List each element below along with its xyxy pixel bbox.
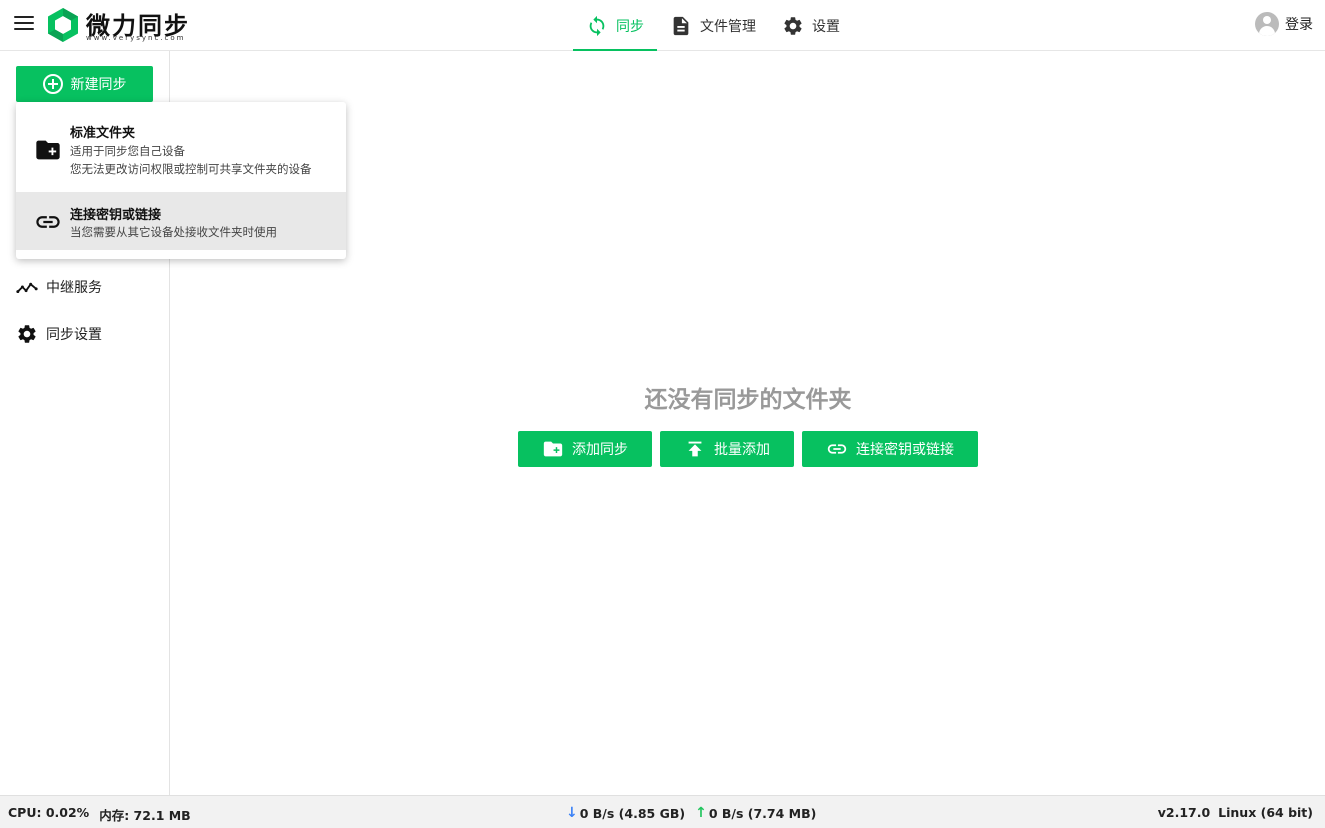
add-sync-button[interactable]: 添加同步 — [518, 431, 652, 467]
avatar-icon — [1255, 12, 1279, 36]
tab-settings-label: 设置 — [812, 18, 840, 35]
menu-item-description: 当您需要从其它设备处接收文件夹时使用 — [70, 225, 277, 239]
menu-item-description: 适用于同步您自己设备 — [70, 144, 185, 158]
download-rate: 0 B/s (4.85 GB) — [579, 805, 686, 821]
new-sync-label: 新建同步 — [70, 77, 127, 93]
link-icon — [827, 444, 847, 454]
tab-files-label: 文件管理 — [700, 18, 756, 35]
sidebar-item-sync-settings[interactable]: 同步设置 — [16, 323, 102, 345]
trending-line-icon — [16, 282, 38, 294]
login-button[interactable]: 登录 — [1255, 12, 1313, 36]
batch-add-label: 批量添加 — [714, 442, 770, 458]
upload-rate: 0 B/s (7.74 MB) — [708, 805, 817, 821]
cpu-usage: CPU: 0.02% — [8, 805, 90, 820]
sync-icon — [589, 15, 605, 36]
add-circle-icon — [42, 74, 63, 94]
tab-sync[interactable]: 同步 — [573, 0, 657, 51]
app-version: v2.17.0 — [1157, 805, 1211, 820]
upload-arrow-icon: ↑ — [695, 805, 707, 821]
login-label: 登录 — [1285, 17, 1313, 33]
verysync-logo-icon — [48, 8, 78, 42]
os-info: Linux (64 bit) — [1218, 805, 1313, 820]
hamburger-menu-icon[interactable] — [14, 16, 34, 34]
menu-item-standard-folder[interactable]: 标准文件夹 适用于同步您自己设备 您无法更改访问权限或控制可共享文件夹的设备 — [16, 112, 346, 192]
tab-file-management[interactable]: 文件管理 — [670, 0, 756, 51]
sidebar-item-relay[interactable]: 中继服务 — [16, 276, 102, 298]
menu-item-title: 连接密钥或链接 — [70, 208, 162, 223]
add-sync-label: 添加同步 — [572, 442, 628, 458]
batch-add-button[interactable]: 批量添加 — [660, 431, 794, 467]
top-header: 微力同步 www.verysync.com 同步 文件管理 设置 登录 — [0, 0, 1325, 51]
empty-state-title: 还没有同步的文件夹 — [644, 387, 852, 413]
memory-usage: 内存: 72.1 MB — [99, 808, 191, 823]
sidebar-item-sync-settings-label: 同步设置 — [46, 327, 102, 343]
gear-icon — [784, 16, 802, 35]
menu-item-description: 您无法更改访问权限或控制可共享文件夹的设备 — [70, 162, 312, 176]
menu-item-connect-key-link[interactable]: 连接密钥或链接 当您需要从其它设备处接收文件夹时使用 — [16, 192, 346, 250]
download-arrow-icon: ↓ — [566, 805, 578, 821]
new-sync-dropdown: 标准文件夹 适用于同步您自己设备 您无法更改访问权限或控制可共享文件夹的设备 连… — [16, 102, 346, 259]
gear-icon — [18, 325, 36, 343]
upload-icon — [688, 441, 702, 457]
folder-add-icon — [543, 441, 563, 457]
status-bar: CPU: 0.02% 内存: 72.1 MB ↓ 0 B/s (4.85 GB)… — [0, 795, 1325, 828]
document-icon — [673, 16, 689, 35]
tab-sync-label: 同步 — [616, 18, 644, 35]
tab-settings[interactable]: 设置 — [782, 0, 840, 51]
new-sync-button[interactable]: 新建同步 — [16, 66, 153, 102]
link-icon — [36, 216, 60, 228]
connect-key-link-label: 连接密钥或链接 — [856, 442, 954, 458]
brand-subtitle: www.verysync.com — [86, 34, 186, 42]
sidebar-item-relay-label: 中继服务 — [46, 280, 102, 296]
folder-add-icon — [36, 140, 60, 160]
menu-item-title: 标准文件夹 — [70, 126, 136, 141]
connect-key-link-button[interactable]: 连接密钥或链接 — [802, 431, 978, 467]
